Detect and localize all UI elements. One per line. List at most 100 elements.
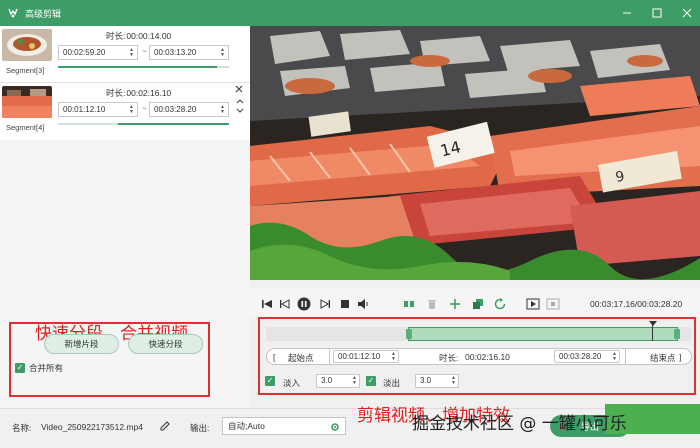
- selection-start-handle[interactable]: [406, 329, 412, 339]
- minimize-button[interactable]: [620, 6, 634, 20]
- timeline-selection[interactable]: [406, 327, 680, 341]
- step-back-icon[interactable]: [278, 297, 292, 311]
- segment-label: Segment[3]: [6, 66, 45, 75]
- end-time-input[interactable]: 00:03:28.20 ▲ ▼: [554, 350, 620, 363]
- gear-icon[interactable]: [330, 421, 340, 437]
- range-dash: ~: [142, 104, 147, 113]
- add-icon[interactable]: [448, 297, 462, 311]
- playhead[interactable]: [649, 321, 657, 341]
- copy-icon[interactable]: [471, 297, 485, 311]
- output-value: 自动;Auto: [228, 421, 265, 431]
- bracket-open-icon: [: [273, 352, 276, 362]
- fade-controls: ✓ 淡入 3.0 ▲ ▼ ✓ 淡出 3.0 ▲ ▼: [265, 373, 695, 389]
- segment-range-fill: [117, 123, 229, 125]
- output-select[interactable]: 自动;Auto: [222, 417, 346, 435]
- merge-all-label: 合并所有: [29, 363, 64, 373]
- segment-start-input[interactable]: 00:01:12.10 ▲ ▼: [58, 102, 138, 117]
- stepper-icon[interactable]: ▲ ▼: [219, 46, 226, 59]
- pause-icon[interactable]: [297, 297, 311, 311]
- end-time-value: 00:03:28.20: [559, 352, 602, 361]
- edit-name-icon[interactable]: [160, 421, 170, 433]
- segment-range-fill: [58, 66, 218, 68]
- segment-thumbnail: [2, 86, 52, 118]
- stepper-icon[interactable]: ▲ ▼: [390, 351, 397, 362]
- volume-icon[interactable]: [356, 297, 370, 311]
- output-label: 输出:: [190, 423, 210, 433]
- bracket-close-icon: ]: [679, 352, 682, 362]
- segment-thumbnail: [2, 29, 52, 61]
- divider: [329, 349, 330, 364]
- delete-icon[interactable]: [425, 297, 439, 311]
- segment-item[interactable]: Segment[4] 时长:00:02:16.10 00:01:12.10 ▲ ▼…: [0, 83, 250, 140]
- checkmark-icon: ✓: [15, 363, 25, 373]
- start-point-button[interactable]: 起始点: [288, 352, 314, 364]
- step-forward-icon[interactable]: [318, 297, 332, 311]
- move-down-icon[interactable]: [236, 108, 244, 116]
- end-point-button[interactable]: 结束点: [650, 352, 676, 364]
- stepper-icon[interactable]: ▲ ▼: [450, 375, 457, 387]
- fade-out-checkbox[interactable]: ✓: [366, 376, 376, 386]
- timeline-track[interactable]: [266, 321, 691, 341]
- merge-all-checkbox[interactable]: ✓ 合并所有: [15, 362, 63, 374]
- stepper-icon[interactable]: ▲ ▼: [128, 103, 135, 116]
- segment-duration: 时长:00:02:16.10: [105, 87, 171, 99]
- video-frame-image: 14 9: [250, 26, 700, 280]
- duration-label: 时长:: [439, 353, 459, 363]
- start-time-input[interactable]: 00:01:12.10 ▲ ▼: [333, 350, 399, 363]
- mark-in-icon[interactable]: [526, 297, 540, 311]
- window-title: 高级剪辑: [25, 8, 62, 19]
- video-preview[interactable]: 14 9: [250, 26, 700, 280]
- playhead-marker-icon[interactable]: [649, 321, 657, 326]
- split-merge-highlight: 新增片段 快速分段 ✓ 合并所有: [9, 322, 210, 397]
- segment-end-value: 00:03:13.20: [154, 48, 197, 57]
- close-button[interactable]: [680, 6, 694, 20]
- duration-value: 00:02:16.10: [126, 88, 172, 98]
- reset-icon[interactable]: [493, 297, 507, 311]
- add-segment-button[interactable]: 新增片段: [44, 334, 119, 354]
- duration-value: 00:00:14.00: [126, 31, 172, 41]
- selection-end-handle[interactable]: [674, 329, 680, 339]
- fade-out-value: 3.0: [420, 376, 432, 385]
- segment-end-value: 00:03:28.20: [154, 105, 197, 114]
- segment-end-input[interactable]: 00:03:13.20 ▲ ▼: [149, 45, 229, 60]
- divider: [625, 349, 626, 364]
- stop-icon[interactable]: [338, 297, 352, 311]
- fade-in-value: 3.0: [321, 376, 333, 385]
- stepper-icon[interactable]: ▲ ▼: [128, 46, 135, 59]
- segment-range-bar: [58, 123, 229, 125]
- stepper-icon[interactable]: ▲ ▼: [611, 351, 618, 362]
- segment-end-input[interactable]: 00:03:28.20 ▲ ▼: [149, 102, 229, 117]
- range-dash: ~: [142, 47, 147, 56]
- mark-out-icon[interactable]: [546, 297, 560, 311]
- fade-out-label: 淡出: [383, 378, 401, 388]
- split-icon[interactable]: [402, 297, 416, 311]
- segment-label: Segment[4]: [6, 123, 45, 132]
- app-logo-icon: [6, 6, 20, 20]
- quick-split-button[interactable]: 快速分段: [128, 334, 203, 354]
- watermark-text: 掘金技术社区 @ 一罐小可乐: [412, 414, 627, 434]
- maximize-button[interactable]: [650, 6, 664, 20]
- duration-label: 时长:: [106, 31, 126, 41]
- segment-start-value: 00:02:59.20: [63, 48, 106, 57]
- duration-label: 时长:: [106, 88, 126, 98]
- fade-in-input[interactable]: 3.0 ▲ ▼: [316, 374, 360, 388]
- player-controls: 00:03:17.16/00:03:28.20: [250, 288, 700, 318]
- fade-out-input[interactable]: 3.0 ▲ ▼: [415, 374, 459, 388]
- duration-value: 00:02:16.10: [465, 352, 510, 362]
- fade-in-checkbox[interactable]: ✓: [265, 376, 275, 386]
- stepper-icon[interactable]: ▲ ▼: [219, 103, 226, 116]
- segment-start-input[interactable]: 00:02:59.20 ▲ ▼: [58, 45, 138, 60]
- stepper-icon[interactable]: ▲ ▼: [351, 375, 358, 387]
- segment-list: Segment[3] 时长:00:00:14.00 00:02:59.20 ▲ ▼…: [0, 26, 250, 140]
- start-time-value: 00:01:12.10: [338, 352, 381, 361]
- skip-to-start-icon[interactable]: [260, 297, 274, 311]
- segment-start-value: 00:01:12.10: [63, 105, 106, 114]
- move-up-icon[interactable]: [236, 98, 244, 106]
- title-bar: 高级剪辑: [0, 0, 700, 26]
- segment-range-bar: [58, 66, 229, 68]
- delete-segment-icon[interactable]: [235, 85, 243, 95]
- file-name: Video_250922173512.mp4: [41, 422, 143, 432]
- fade-in-label: 淡入: [283, 378, 301, 388]
- segment-item[interactable]: Segment[3] 时长:00:00:14.00 00:02:59.20 ▲ ▼…: [0, 26, 250, 83]
- time-display: 00:03:17.16/00:03:28.20: [590, 299, 683, 309]
